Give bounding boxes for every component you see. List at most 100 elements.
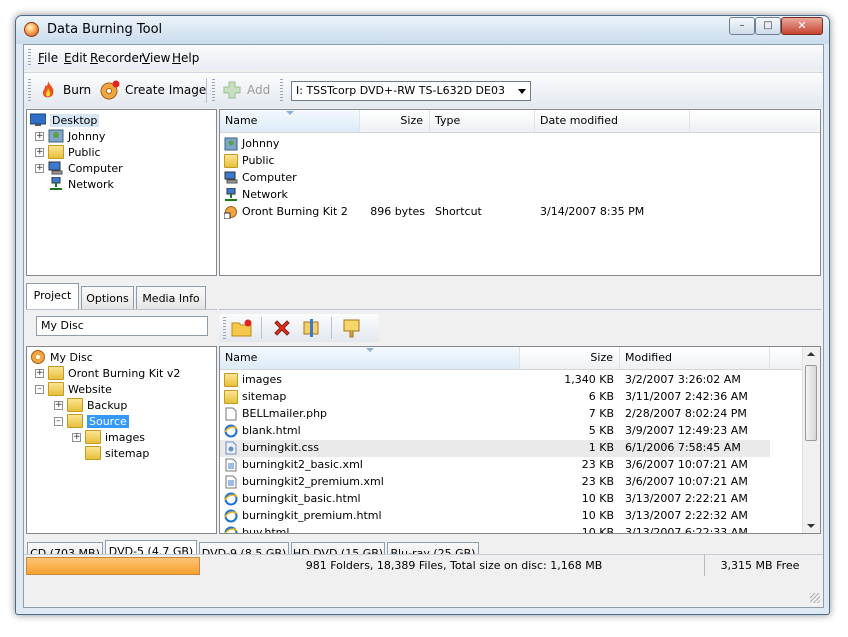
file-modified: 3/13/2007 2:22:32 AM: [625, 509, 748, 522]
column-name[interactable]: Name: [220, 110, 360, 132]
column-type[interactable]: Type: [430, 110, 535, 132]
file-row[interactable]: Public: [220, 153, 820, 170]
collapse-icon[interactable]: –: [35, 384, 44, 394]
disc-name-input[interactable]: My Disc: [36, 316, 208, 336]
tree-item-website[interactable]: – Website: [35, 381, 112, 397]
scrollbar-thumb[interactable]: [805, 365, 817, 441]
file-row[interactable]: Computer: [220, 170, 820, 187]
tree-item-johnny[interactable]: + Johnny: [35, 128, 105, 144]
expand-icon[interactable]: +: [35, 368, 44, 378]
column-size[interactable]: Size: [520, 347, 620, 369]
drive-select[interactable]: I: TSSTcorp DVD+-RW TS-L632D DE03: [291, 81, 531, 101]
file-row[interactable]: burningkit2_basic.xml 23 KB 3/6/2007 10:07…: [220, 457, 770, 474]
menu-help[interactable]: Help: [172, 51, 199, 65]
file-row[interactable]: BELLmailer.php 7 KB 2/28/2007 8:02:24 PM: [220, 406, 770, 423]
column-name[interactable]: Name: [220, 347, 520, 369]
disc-usage-bar: [26, 557, 200, 575]
file-name: Oront Burning Kit 2: [242, 205, 348, 218]
toolbar-grip-handle-3[interactable]: [280, 79, 283, 103]
file-name: BELLmailer.php: [242, 407, 328, 420]
file-name: sitemap: [242, 390, 287, 403]
rename-icon[interactable]: [301, 318, 323, 338]
close-button[interactable]: ✕: [781, 17, 823, 35]
vertical-scrollbar[interactable]: [802, 347, 820, 533]
minimize-button[interactable]: –: [729, 17, 755, 35]
file-size: 5 KB: [588, 424, 614, 437]
project-tree[interactable]: My Disc + Oront Burning Kit v2 – Website…: [26, 346, 217, 534]
tree-item-my-disc[interactable]: My Disc: [30, 349, 93, 365]
expand-icon[interactable]: +: [35, 131, 44, 141]
tab-options[interactable]: Options: [81, 286, 134, 310]
toolbar-grip-handle[interactable]: [28, 79, 31, 103]
file-size: 1 KB: [588, 441, 614, 454]
burn-button[interactable]: Burn: [38, 78, 91, 102]
new-folder-icon[interactable]: [231, 318, 253, 338]
app-disc-icon[interactable]: [24, 22, 39, 37]
collapse-icon[interactable]: –: [54, 416, 63, 426]
folder-icon: [224, 154, 238, 168]
scroll-up-icon[interactable]: [807, 352, 815, 356]
file-row[interactable]: sitemap 6 KB 3/11/2007 2:42:36 AM: [220, 389, 770, 406]
file-name: burningkit_basic.html: [242, 492, 361, 505]
toolbar-grip-handle-2[interactable]: [212, 79, 215, 103]
properties-icon[interactable]: [341, 318, 363, 338]
tree-item-sitemap[interactable]: sitemap: [85, 445, 149, 461]
file-name: burningkit_premium.html: [242, 509, 382, 522]
project-file-list[interactable]: Name Size Modified images 1,340 KB 3/2/200…: [219, 346, 821, 534]
expand-icon[interactable]: +: [35, 163, 44, 173]
tree-item-images[interactable]: + images: [72, 429, 145, 445]
file-modified: 3/2/2007 3:26:02 AM: [625, 373, 741, 386]
ie-icon: [224, 492, 238, 506]
file-row[interactable]: images 1,340 KB 3/2/2007 3:26:02 AM: [220, 372, 770, 389]
menu-file[interactable]: File: [38, 51, 58, 65]
tree-item-public[interactable]: + Public: [35, 144, 101, 160]
file-size: 10 KB: [581, 526, 614, 534]
file-name: buy.html: [242, 526, 290, 534]
file-row[interactable]: buy.html 10 KB 3/13/2007 6:22:33 AM: [220, 525, 770, 534]
tree-item-oront-burning-kit[interactable]: + Oront Burning Kit v2: [35, 365, 180, 381]
create-image-button[interactable]: Create Image: [100, 78, 206, 102]
expand-icon[interactable]: +: [54, 400, 63, 410]
add-button[interactable]: Add: [222, 78, 270, 102]
expand-icon[interactable]: +: [35, 147, 44, 157]
scroll-down-icon[interactable]: [807, 524, 815, 528]
create-image-label: Create Image: [125, 83, 207, 97]
menu-view[interactable]: View: [142, 51, 170, 65]
file-row[interactable]: burningkit_basic.html 10 KB 3/13/2007 2:22…: [220, 491, 770, 508]
tab-media-info[interactable]: Media Info: [136, 286, 206, 310]
expand-icon[interactable]: +: [72, 432, 81, 442]
burn-label: Burn: [63, 83, 92, 97]
file-row[interactable]: burningkit2_premium.xml 23 KB 3/6/2007 10:…: [220, 474, 770, 491]
column-size[interactable]: Size: [360, 110, 430, 132]
tree-item-desktop[interactable]: Desktop: [30, 112, 100, 128]
client-area: File Edit Recorder View Help Burn Create…: [23, 44, 824, 608]
file-row[interactable]: burningkit_premium.html 10 KB 3/13/2007 2:…: [220, 508, 770, 525]
toolbar-grip-handle-4[interactable]: [223, 317, 226, 339]
network-icon: [225, 188, 237, 201]
column-date-modified[interactable]: Date modified: [535, 110, 690, 132]
folder-icon: [48, 145, 64, 159]
free-space: 3,315 MB Free: [720, 559, 800, 572]
resize-grip-icon[interactable]: [810, 593, 820, 603]
tree-item-backup[interactable]: + Backup: [54, 397, 127, 413]
tree-item-computer[interactable]: + Computer: [35, 160, 123, 176]
file-row[interactable]: blank.html 5 KB 3/9/2007 12:49:23 AM: [220, 423, 770, 440]
tree-item-network[interactable]: Network: [48, 176, 114, 192]
menu-grip-handle[interactable]: [28, 49, 31, 66]
source-file-list[interactable]: Name Size Type Date modified Johnny Publi…: [219, 109, 821, 276]
file-row[interactable]: Network: [220, 187, 820, 204]
tab-project[interactable]: Project: [26, 283, 79, 310]
delete-icon[interactable]: [272, 318, 292, 338]
file-row[interactable]: Johnny: [220, 136, 820, 153]
menu-edit[interactable]: Edit: [64, 51, 87, 65]
file-row[interactable]: Oront Burning Kit 2 896 bytes Shortcut 3/14…: [220, 204, 820, 221]
column-modified[interactable]: Modified: [620, 347, 770, 369]
source-folder-tree[interactable]: Desktop + Johnny + Public + Computer Net…: [26, 109, 217, 276]
title-bar[interactable]: Data Burning Tool – □ ✕: [16, 16, 829, 44]
file-modified: 3/11/2007 2:42:36 AM: [625, 390, 748, 403]
file-row[interactable]: burningkit.css 1 KB 6/1/2006 7:58:45 AM: [220, 440, 770, 457]
menu-recorder[interactable]: Recorder: [90, 51, 144, 65]
tree-item-source[interactable]: – Source: [54, 413, 129, 429]
maximize-button[interactable]: □: [755, 17, 781, 35]
network-icon: [50, 177, 62, 190]
